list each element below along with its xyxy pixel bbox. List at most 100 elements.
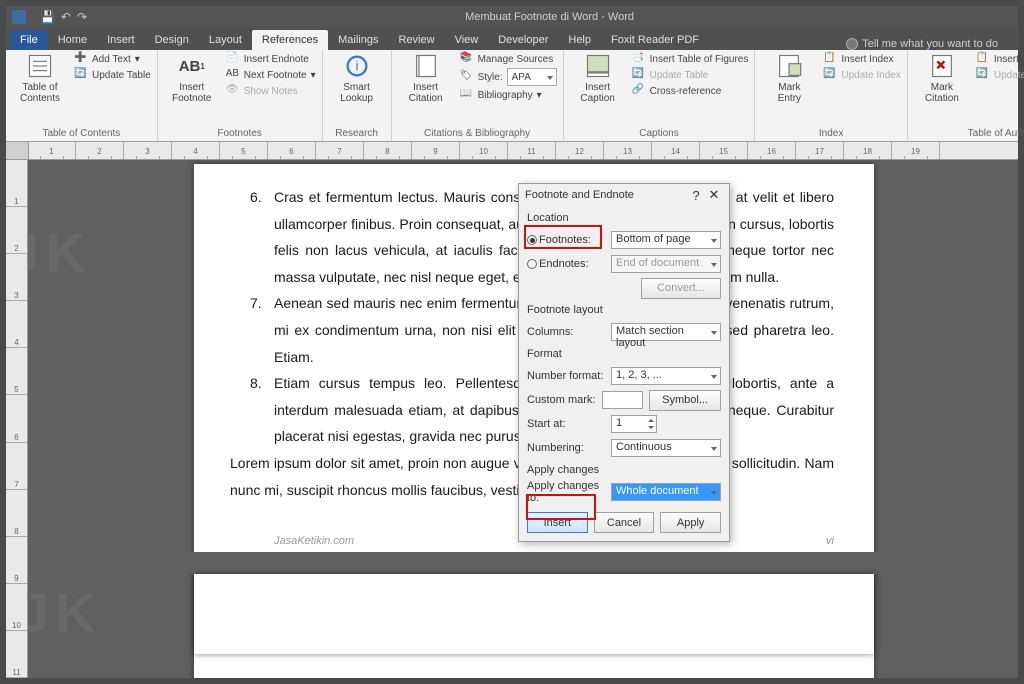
- endnotes-location-select: End of document: [611, 255, 721, 273]
- style-select[interactable]: 🏷Style: APA: [460, 68, 557, 86]
- svg-text:i: i: [355, 58, 358, 74]
- start-at-label: Start at:: [527, 418, 605, 430]
- tab-view[interactable]: View: [445, 30, 489, 50]
- bibliography-button[interactable]: 📖Bibliography ▾: [460, 88, 557, 102]
- apply-to-select[interactable]: Whole document: [611, 483, 721, 501]
- title-bar: 💾 ↶ ↷ Membuat Footnote di Word - Word: [6, 6, 1018, 28]
- toc-button[interactable]: Table of Contents: [12, 52, 68, 104]
- tab-help[interactable]: Help: [558, 30, 601, 50]
- tab-insert[interactable]: Insert: [97, 30, 145, 50]
- insert-caption-button[interactable]: Insert Caption: [570, 52, 626, 104]
- show-notes-button[interactable]: 👁Show Notes: [226, 84, 316, 98]
- ribbon-tabs: File Home Insert Design Layout Reference…: [6, 28, 1018, 50]
- group-footnotes: Footnotes: [164, 126, 316, 141]
- footnotes-location-select[interactable]: Bottom of page: [611, 231, 721, 249]
- list-number: 7.: [250, 290, 262, 317]
- dialog-title: Footnote and Endnote: [525, 189, 634, 201]
- tab-mailings[interactable]: Mailings: [328, 30, 388, 50]
- smart-lookup-button[interactable]: i Smart Lookup: [329, 52, 385, 104]
- update-tof-button[interactable]: 🔄Update Table: [632, 68, 749, 82]
- custom-mark-label: Custom mark:: [527, 394, 596, 406]
- insert-index-icon: 📋: [823, 52, 837, 66]
- columns-select[interactable]: Match section layout: [611, 323, 721, 341]
- insert-toa-button[interactable]: 📋Insert Table of Authorities: [976, 52, 1024, 66]
- symbol-button[interactable]: Symbol...: [649, 390, 721, 411]
- word-icon: [12, 10, 26, 24]
- list-number: 6.: [250, 184, 262, 211]
- mark-citation-button[interactable]: Mark Citation: [914, 52, 970, 104]
- update-index-button[interactable]: 🔄Update Index: [823, 68, 901, 82]
- tab-design[interactable]: Design: [145, 30, 199, 50]
- section-layout: Footnote layout: [527, 304, 721, 316]
- update-icon: 🔄: [74, 68, 88, 82]
- bibliography-icon: 📖: [460, 88, 474, 102]
- group-toc: Table of Contents: [12, 126, 151, 141]
- style-value: APA: [507, 68, 557, 86]
- tab-home[interactable]: Home: [48, 30, 97, 50]
- caption-icon: [584, 52, 612, 80]
- insert-index-button[interactable]: 📋Insert Index: [823, 52, 901, 66]
- bulb-icon: [846, 38, 858, 50]
- mark-entry-icon: [775, 52, 803, 80]
- close-icon[interactable]: ✕: [705, 187, 723, 203]
- custom-mark-input[interactable]: [602, 391, 644, 409]
- tell-me[interactable]: Tell me what you want to do: [846, 38, 1018, 50]
- mark-entry-button[interactable]: Mark Entry: [761, 52, 817, 104]
- tab-layout[interactable]: Layout: [199, 30, 252, 50]
- add-text-button[interactable]: ➕Add Text ▾: [74, 52, 151, 66]
- numbering-label: Numbering:: [527, 442, 605, 454]
- show-notes-icon: 👁: [226, 84, 240, 98]
- style-icon: 🏷: [460, 70, 474, 84]
- radio-off-icon: [527, 259, 537, 269]
- horizontal-ruler[interactable]: 12345678910111213141516171819: [6, 142, 1018, 160]
- insert-citation-button[interactable]: Insert Citation: [398, 52, 454, 104]
- tab-review[interactable]: Review: [389, 30, 445, 50]
- tab-references[interactable]: References: [252, 30, 328, 50]
- convert-button: Convert...: [641, 278, 721, 299]
- smart-lookup-icon: i: [343, 52, 371, 80]
- cross-reference-button[interactable]: 🔗Cross-reference: [632, 84, 749, 98]
- vertical-ruler[interactable]: 1234567891011: [6, 160, 28, 678]
- insert-endnote-button[interactable]: 📄Insert Endnote: [226, 52, 316, 66]
- footer-right: vi: [826, 531, 834, 552]
- numbering-select[interactable]: Continuous: [611, 439, 721, 457]
- redo-icon[interactable]: ↷: [77, 10, 87, 24]
- endnotes-radio[interactable]: Endnotes:: [527, 258, 605, 270]
- update-toa-icon: 🔄: [976, 68, 990, 82]
- cancel-button[interactable]: Cancel: [594, 512, 655, 533]
- update-index-icon: 🔄: [823, 68, 837, 82]
- manage-sources-icon: 📚: [460, 52, 474, 66]
- help-icon[interactable]: ?: [687, 188, 705, 203]
- next-page: [194, 574, 874, 654]
- group-research: Research: [329, 126, 385, 141]
- update-table-button[interactable]: 🔄Update Table: [74, 68, 151, 82]
- insert-button[interactable]: Insert: [527, 512, 588, 533]
- group-captions: Captions: [570, 126, 749, 141]
- citation-icon: [412, 52, 440, 80]
- cross-ref-icon: 🔗: [632, 84, 646, 98]
- tab-foxit[interactable]: Foxit Reader PDF: [601, 30, 709, 50]
- insert-footnote-button[interactable]: AB1 Insert Footnote: [164, 52, 220, 104]
- undo-icon[interactable]: ↶: [61, 10, 71, 24]
- update-tof-icon: 🔄: [632, 68, 646, 82]
- apply-to-label: Apply changes to:: [527, 480, 605, 504]
- window-title: Membuat Footnote di Word - Word: [87, 11, 1012, 23]
- footnotes-radio[interactable]: Footnotes:: [527, 234, 605, 246]
- number-format-select[interactable]: 1, 2, 3, ...: [611, 367, 721, 385]
- apply-button[interactable]: Apply: [660, 512, 721, 533]
- footnote-endnote-dialog: Footnote and Endnote ? ✕ Location Footno…: [518, 183, 730, 542]
- section-location: Location: [527, 212, 721, 224]
- insert-tof-button[interactable]: 📑Insert Table of Figures: [632, 52, 749, 66]
- update-toa-button[interactable]: 🔄Update Table: [976, 68, 1024, 82]
- manage-sources-button[interactable]: 📚Manage Sources: [460, 52, 557, 66]
- next-footnote-button[interactable]: ABNext Footnote ▾: [226, 68, 316, 82]
- tof-icon: 📑: [632, 52, 646, 66]
- radio-on-icon: [527, 235, 537, 245]
- tab-file[interactable]: File: [10, 30, 48, 50]
- columns-label: Columns:: [527, 326, 605, 338]
- number-format-label: Number format:: [527, 370, 605, 382]
- tab-developer[interactable]: Developer: [488, 30, 558, 50]
- add-text-icon: ➕: [74, 52, 88, 66]
- save-icon[interactable]: 💾: [40, 10, 55, 24]
- start-at-input[interactable]: 1: [611, 415, 657, 433]
